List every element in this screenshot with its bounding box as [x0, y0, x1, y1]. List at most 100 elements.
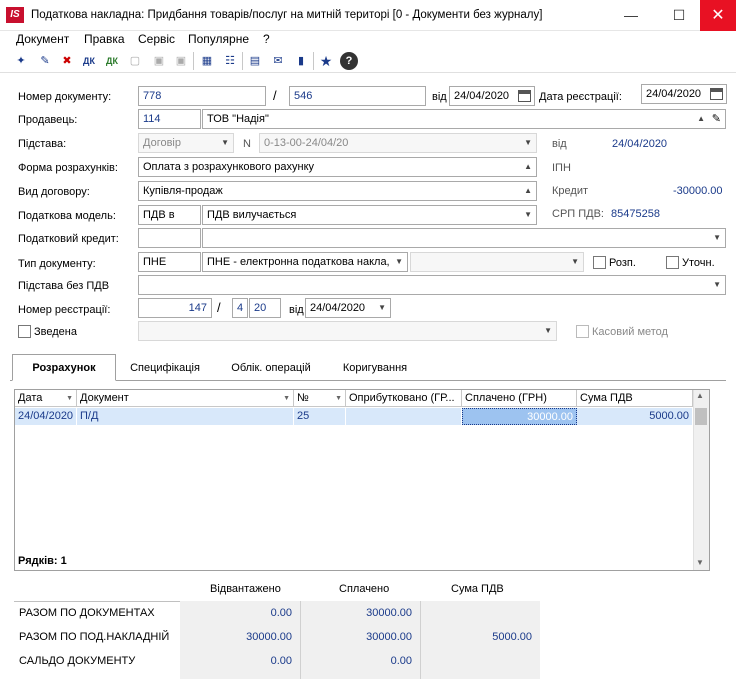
scroll-up-icon[interactable]: ▲: [696, 391, 704, 400]
cell-number: 25: [294, 408, 346, 425]
maximize-button[interactable]: ☐: [668, 5, 690, 25]
window-title: Податкова накладна: Придбання товарів/по…: [31, 9, 543, 21]
paste-icon[interactable]: ▣: [150, 52, 168, 70]
edit-pencil-icon[interactable]: ✎: [712, 110, 721, 128]
contract-type-select[interactable]: Купівля-продаж ▲: [138, 181, 537, 201]
column-header-received[interactable]: Оприбутковано (ГР...: [346, 390, 462, 407]
payment-form-select[interactable]: Оплата з розрахункового рахунку ▲: [138, 157, 537, 177]
doc-type-label: Тип документу:: [18, 258, 96, 270]
reg-number3-input[interactable]: 20: [249, 298, 281, 318]
doc-number2-input[interactable]: 546: [289, 86, 426, 106]
doc-type-code-input[interactable]: ПНЕ: [138, 252, 201, 272]
doc-number-input[interactable]: 778: [138, 86, 266, 106]
utoch-checkbox[interactable]: [666, 256, 679, 269]
delete-doc-icon[interactable]: ✖: [58, 52, 76, 70]
calendar-icon[interactable]: [710, 88, 723, 100]
minimize-button[interactable]: —: [620, 5, 642, 25]
copy-icon[interactable]: ▢: [126, 52, 144, 70]
chevron-down-icon[interactable]: ▼: [524, 206, 532, 224]
document-icon[interactable]: ▤: [246, 52, 264, 70]
debit-credit-icon[interactable]: ДК: [80, 52, 98, 70]
tab-specification[interactable]: Специфікація: [122, 356, 208, 381]
tax-credit-label: Податковий кредит:: [18, 233, 119, 245]
scroll-thumb[interactable]: [695, 408, 707, 425]
doc-subtype-select[interactable]: ▼: [410, 252, 584, 272]
chevron-down-icon[interactable]: ▼: [378, 299, 386, 317]
reg-date-input[interactable]: 24/04/2020: [641, 84, 727, 104]
help-icon[interactable]: ?: [340, 52, 358, 70]
menu-edit[interactable]: Правка: [84, 32, 125, 46]
column-header-paid[interactable]: Сплачено (ГРН): [462, 390, 577, 407]
tab-adjustments[interactable]: Коригування: [334, 356, 416, 381]
barcode-icon[interactable]: ▮: [292, 52, 310, 70]
rozp-checkbox[interactable]: [593, 256, 606, 269]
new-doc-icon[interactable]: ✦: [12, 52, 30, 70]
seller-name-input[interactable]: ТОВ "Надія" ▲ ✎: [202, 109, 726, 129]
clipboard-icon[interactable]: ▣: [172, 52, 190, 70]
chevron-down-icon: ▼: [221, 138, 229, 147]
basis-n-input[interactable]: 0-13-00-24/04/20 ▼: [259, 133, 537, 153]
reg-date2-select[interactable]: 24/04/2020 ▼: [305, 298, 391, 318]
summary-select[interactable]: ▼: [138, 321, 557, 341]
doc-type-select[interactable]: ПНЕ - електронна податкова накла, ▼: [202, 252, 408, 272]
chevron-down-icon[interactable]: ▼: [713, 276, 721, 294]
totals-shipped: 0.00: [270, 607, 292, 619]
totals-divider: [300, 601, 301, 679]
close-button[interactable]: ✕: [700, 0, 736, 31]
mail-icon[interactable]: ✉: [269, 52, 287, 70]
basis-value: Договір: [143, 137, 181, 149]
cash-method-label: Касовий метод: [592, 326, 668, 338]
credit-value: -30000.00: [673, 185, 723, 197]
menu-help[interactable]: ?: [263, 32, 270, 46]
srp-value: 85475258: [611, 208, 660, 220]
totals-row-label: РАЗОМ ПО ПОД.НАКЛАДНІЙ: [19, 631, 170, 643]
chevron-up-icon[interactable]: ▲: [524, 182, 532, 200]
app-logo: IS: [6, 7, 24, 23]
basis-no-vat-select[interactable]: ▼: [138, 275, 726, 295]
srp-label: СРП ПДВ:: [552, 208, 604, 220]
calendar-icon[interactable]: [518, 90, 531, 102]
summary-checkbox[interactable]: [18, 325, 31, 338]
payment-form-label: Форма розрахунків:: [18, 162, 118, 174]
menu-popular[interactable]: Популярне: [188, 32, 249, 46]
date-input[interactable]: 24/04/2020: [449, 86, 535, 106]
toolbar-separator: [242, 52, 243, 70]
basis-select[interactable]: Договір ▼: [138, 133, 234, 153]
sort-down-icon: ▼: [283, 395, 290, 402]
chevron-down-icon[interactable]: ▼: [713, 229, 721, 247]
reg-date2-label: від: [289, 304, 304, 316]
tab-calculation[interactable]: Розрахунок: [12, 354, 116, 381]
tab-accounting-operations[interactable]: Облік. операцій: [220, 356, 322, 381]
contract-type-value: Купівля-продаж: [143, 185, 223, 197]
doc-number-separator: /: [273, 88, 277, 103]
reg-number1-input[interactable]: 147: [138, 298, 212, 318]
column-header-document[interactable]: Документ ▼: [77, 390, 294, 407]
scroll-down-icon[interactable]: ▼: [696, 558, 704, 567]
debit-credit-green-icon[interactable]: ДК: [103, 52, 121, 70]
totals-shipped: 30000.00: [246, 631, 292, 643]
column-header-number[interactable]: № ▼: [294, 390, 346, 407]
menu-service[interactable]: Сервіс: [138, 32, 175, 46]
chevron-up-icon[interactable]: ▲: [524, 158, 532, 176]
hierarchy-icon[interactable]: ☷: [221, 52, 239, 70]
chevron-up-icon[interactable]: ▲: [697, 110, 705, 128]
tax-model-select[interactable]: ПДВ вилучається ▼: [202, 205, 537, 225]
column-header-date[interactable]: Дата ▼: [15, 390, 77, 407]
reg-number2-input[interactable]: 4: [232, 298, 248, 318]
edit-doc-icon[interactable]: ✎: [36, 52, 54, 70]
chevron-down-icon[interactable]: ▼: [395, 253, 403, 271]
tax-credit-select[interactable]: ▼: [202, 228, 726, 248]
tax-credit-code-input[interactable]: [138, 228, 201, 248]
totals-vat: 5000.00: [492, 631, 532, 643]
sort-down-icon: ▼: [335, 395, 342, 402]
basis-date-value: 24/04/2020: [612, 138, 668, 150]
cash-method-checkbox[interactable]: [576, 325, 589, 338]
seller-code-input[interactable]: 114: [138, 109, 201, 129]
favorite-star-icon[interactable]: ★: [317, 52, 335, 70]
save-icon[interactable]: ▦: [198, 52, 216, 70]
tax-model-code-input[interactable]: ПДВ в: [138, 205, 201, 225]
menu-document[interactable]: Документ: [16, 32, 69, 46]
column-header-label: Документ: [80, 392, 129, 404]
chevron-down-icon: ▼: [571, 257, 579, 266]
column-header-vat[interactable]: Сума ПДВ: [577, 390, 693, 407]
